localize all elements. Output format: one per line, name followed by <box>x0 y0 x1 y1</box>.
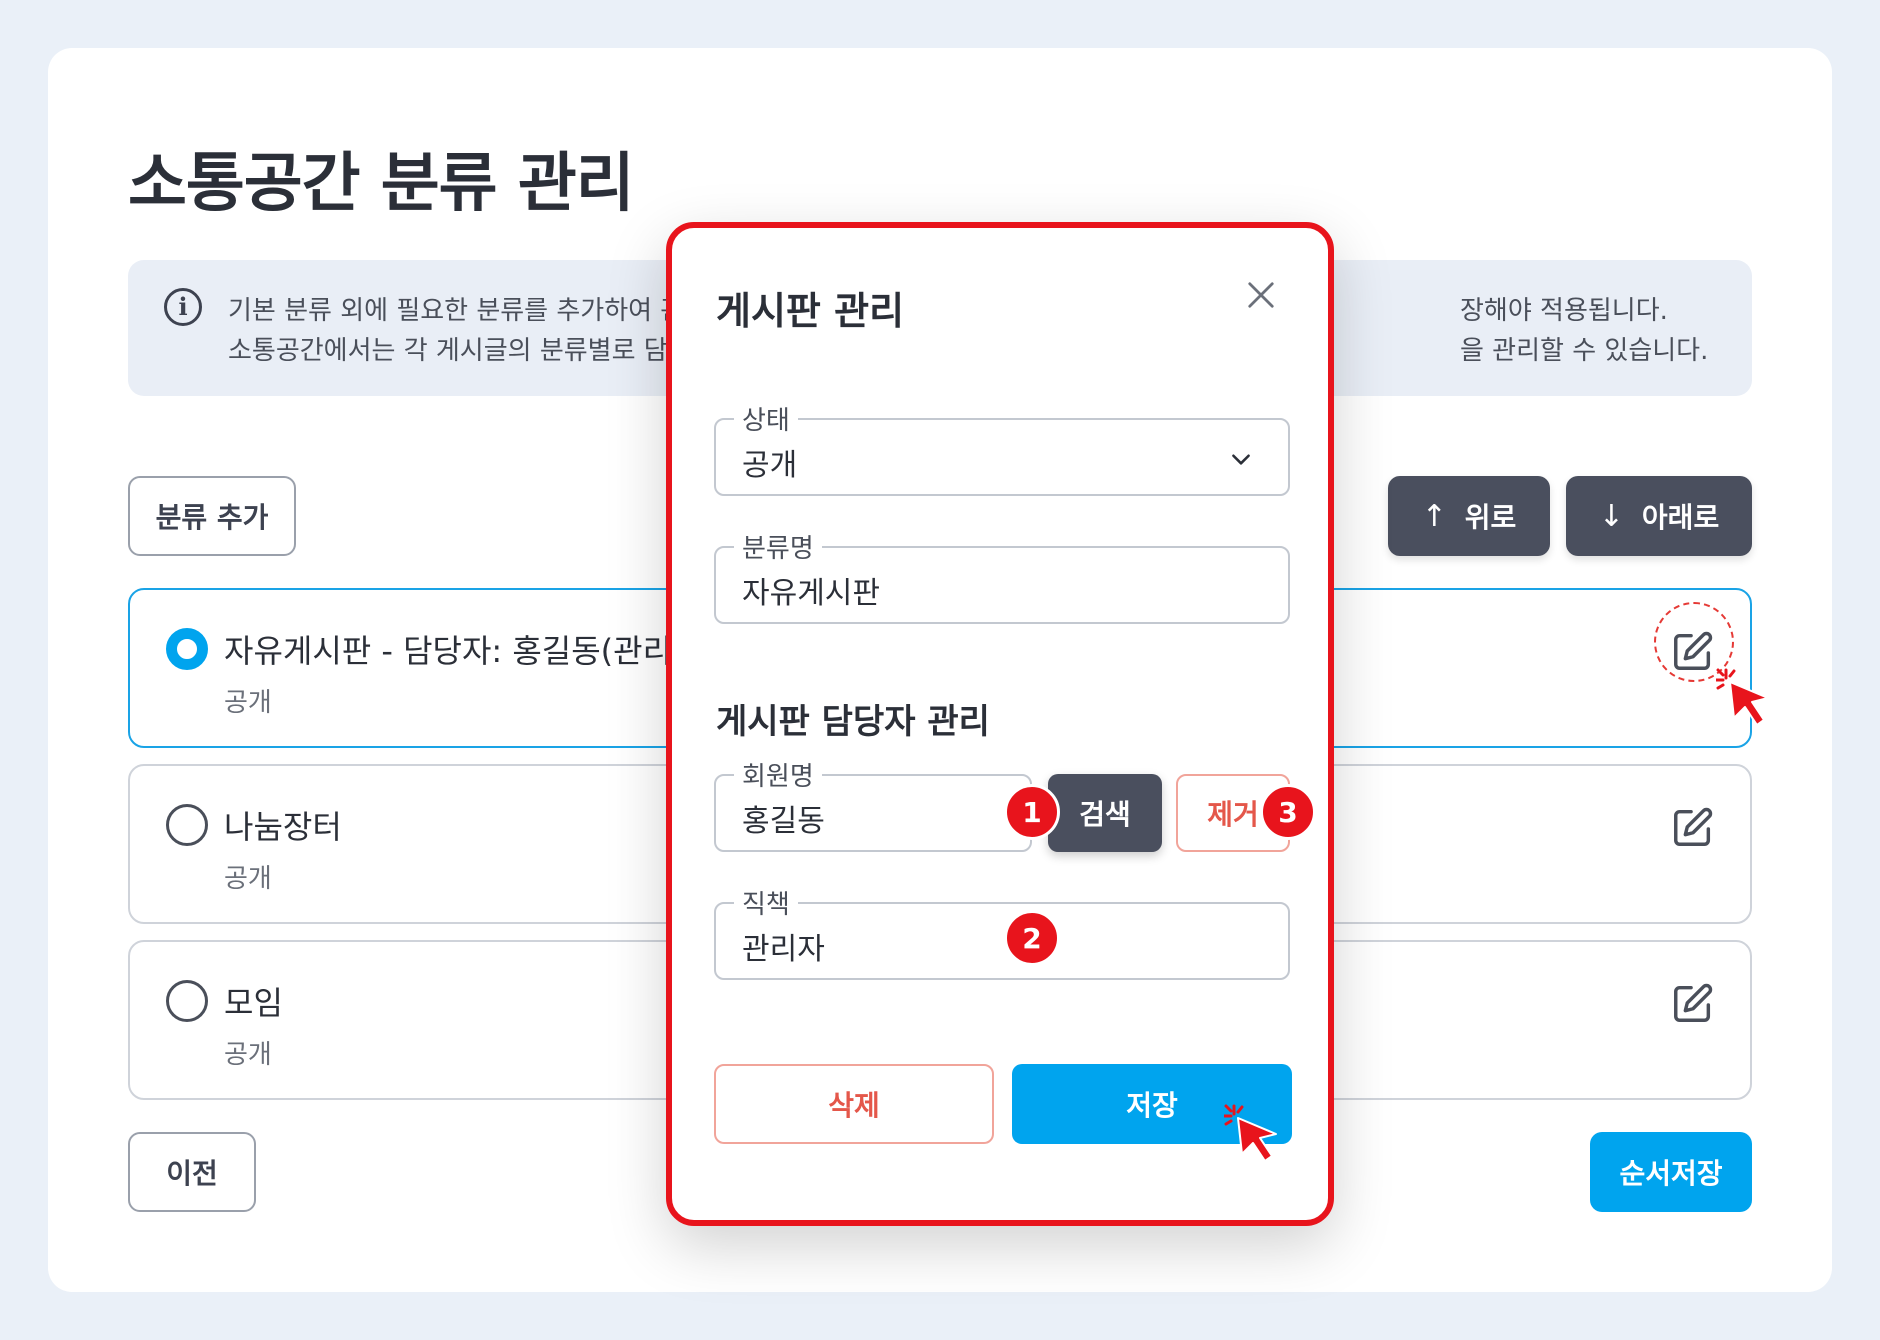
prev-button[interactable]: 이전 <box>128 1132 256 1212</box>
status-label: 상태 <box>734 400 798 437</box>
member-name-label: 회원명 <box>734 756 822 793</box>
status-value: 공개 <box>742 448 798 483</box>
info-icon: i <box>164 288 202 326</box>
save-order-button[interactable]: 순서저장 <box>1590 1132 1752 1212</box>
delete-button[interactable]: 삭제 <box>714 1064 994 1144</box>
info-line-2-tail: 을 관리할 수 있습니다. <box>1460 336 1709 366</box>
search-button[interactable]: 검색 <box>1048 774 1162 852</box>
page-title: 소통공간 분류 관리 <box>128 147 635 221</box>
step-badge-2: 2 <box>1004 910 1060 966</box>
edit-icon[interactable] <box>1670 628 1716 674</box>
add-category-button[interactable]: 분류 추가 <box>128 476 296 556</box>
info-line-1: 기본 분류 외에 필요한 분류를 추가하여 관 <box>228 296 685 326</box>
info-line-2: 소통공간에서는 각 게시글의 분류별로 담 <box>228 336 668 366</box>
board-manage-modal: 게시판 관리 상태 공개 분류명 자유게시판 게시판 담당자 관리 회원명 홍길… <box>666 222 1334 1226</box>
category-name-field[interactable]: 분류명 자유게시판 <box>714 528 1290 624</box>
radio-unselected[interactable] <box>166 804 208 846</box>
position-label: 직책 <box>734 884 798 921</box>
radio-unselected[interactable] <box>166 980 208 1022</box>
close-icon[interactable] <box>1246 280 1276 310</box>
step-badge-1: 1 <box>1004 784 1060 840</box>
edit-icon[interactable] <box>1670 980 1716 1026</box>
category-status: 공개 <box>224 1040 272 1070</box>
position-field[interactable]: 직책 관리자 <box>714 884 1290 980</box>
click-cursor-icon <box>1224 1104 1277 1162</box>
category-name: 나눔장터 <box>224 808 342 846</box>
modal-title: 게시판 관리 <box>716 289 905 333</box>
category-name: 모임 <box>224 984 283 1022</box>
position-value: 관리자 <box>742 932 825 967</box>
step-badge-3: 3 <box>1260 784 1316 840</box>
arrow-down-icon: ↓ <box>1598 498 1624 534</box>
category-status: 공개 <box>224 864 272 894</box>
manager-section-title: 게시판 담당자 관리 <box>716 702 990 742</box>
category-name-label: 분류명 <box>734 528 822 565</box>
edit-icon[interactable] <box>1670 804 1716 850</box>
click-cursor-icon <box>1716 668 1769 726</box>
category-status: 공개 <box>224 688 272 718</box>
arrow-up-icon: ↑ <box>1421 498 1447 534</box>
info-line-1-tail: 장해야 적용됩니다. <box>1460 296 1668 326</box>
status-select[interactable]: 상태 공개 <box>714 400 1290 496</box>
move-down-label: 아래로 <box>1641 501 1720 534</box>
member-name-field[interactable]: 회원명 홍길동 <box>714 756 1032 852</box>
chevron-down-icon <box>1232 454 1250 465</box>
category-name-value: 자유게시판 <box>742 576 880 611</box>
member-name-value: 홍길동 <box>742 804 825 839</box>
move-down-button[interactable]: ↓ 아래로 <box>1566 476 1752 556</box>
move-up-label: 위로 <box>1464 501 1517 534</box>
radio-selected[interactable] <box>166 628 208 670</box>
move-up-button[interactable]: ↑ 위로 <box>1388 476 1550 556</box>
category-name: 자유게시판 - 담당자: 홍길동(관리자 <box>224 632 702 670</box>
